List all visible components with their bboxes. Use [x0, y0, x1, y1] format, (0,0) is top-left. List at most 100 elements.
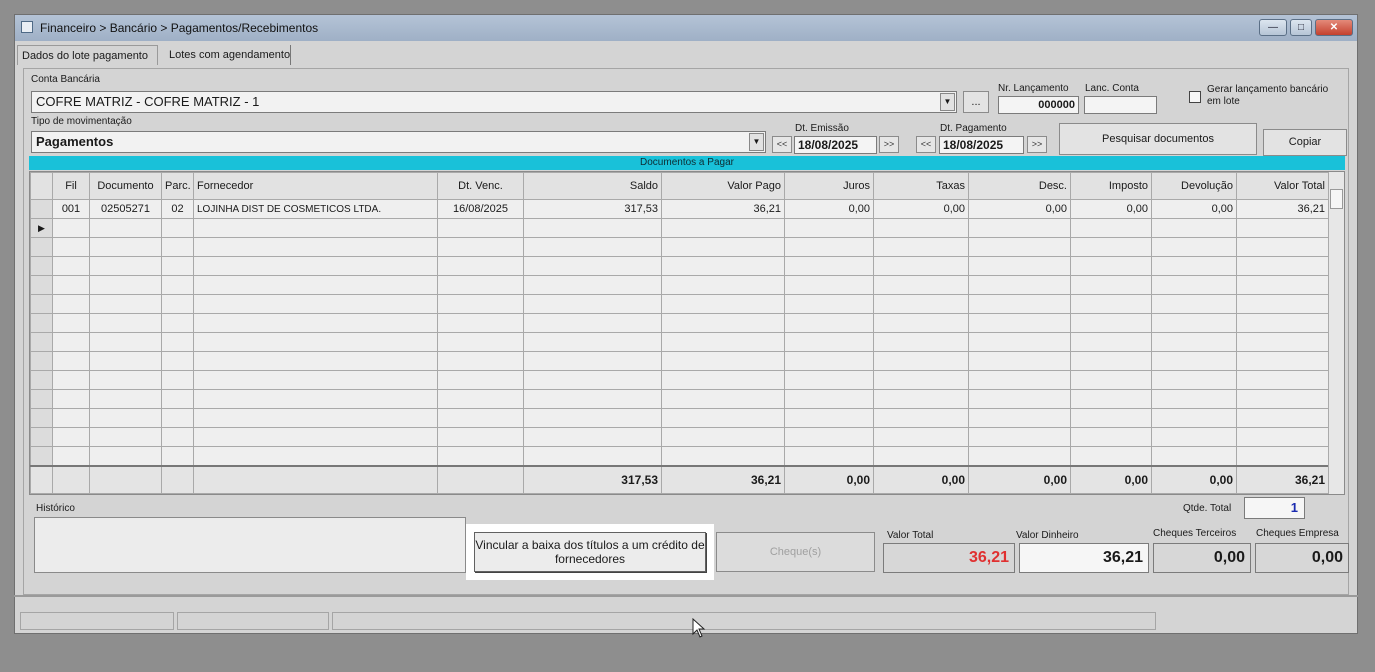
empty-cell[interactable] — [89, 218, 162, 238]
column-header-saldo[interactable]: Saldo — [523, 172, 662, 200]
vincular-credito-fornecedores-button[interactable]: Vincular a baixa dos títulos a um crédit… — [474, 532, 706, 572]
emissao-prev-button[interactable]: << — [772, 136, 792, 153]
empty-cell — [1236, 256, 1329, 276]
maximize-button[interactable]: □ — [1290, 19, 1312, 36]
empty-rows — [30, 237, 1329, 466]
cell-valor-total[interactable]: 36,21 — [1236, 199, 1329, 219]
table-row-empty — [30, 446, 1329, 466]
total-valor-total: 36,21 — [1236, 464, 1329, 494]
table-row-empty — [30, 351, 1329, 371]
cell-juros[interactable]: 0,00 — [784, 199, 874, 219]
column-header-parc[interactable]: Parc. — [161, 172, 194, 200]
nr-lancamento-field[interactable]: 000000 — [998, 96, 1079, 114]
empty-cell[interactable] — [52, 218, 90, 238]
cell-saldo[interactable]: 317,53 — [523, 199, 662, 219]
gerar-lancamento-label: Gerar lançamento bancário em lote — [1207, 84, 1328, 108]
column-header-dt-venc[interactable]: Dt. Venc. — [437, 172, 524, 200]
empty-cell — [1236, 294, 1329, 314]
emissao-next-button[interactable]: >> — [879, 136, 899, 153]
empty-cell[interactable] — [523, 218, 662, 238]
empty-cell[interactable] — [873, 218, 969, 238]
table-row[interactable]: 001 02505271 02 LOJINHA DIST DE COSMETIC… — [30, 199, 1329, 219]
empty-cell — [968, 427, 1071, 447]
totals-indicator — [30, 464, 53, 494]
scrollbar-thumb[interactable] — [1330, 189, 1343, 209]
column-header-valor-pago[interactable]: Valor Pago — [661, 172, 785, 200]
cell-taxas[interactable]: 0,00 — [873, 199, 969, 219]
pagamento-prev-button[interactable]: << — [916, 136, 936, 153]
empty-cell — [30, 370, 53, 390]
column-header-documento[interactable]: Documento — [89, 172, 162, 200]
valor-dinheiro-field[interactable]: 36,21 — [1019, 543, 1149, 573]
cell-imposto[interactable]: 0,00 — [1070, 199, 1152, 219]
app-icon — [21, 21, 33, 33]
column-header-imposto[interactable]: Imposto — [1070, 172, 1152, 200]
empty-cell[interactable] — [193, 218, 438, 238]
empty-cell — [52, 332, 90, 352]
cell-dt-venc[interactable]: 16/08/2025 — [437, 199, 524, 219]
valor-dinheiro-label: Valor Dinheiro — [1016, 530, 1079, 541]
empty-cell — [1151, 389, 1237, 409]
empty-cell[interactable] — [968, 218, 1071, 238]
conta-combo[interactable]: COFRE MATRIZ - COFRE MATRIZ - 1 ▼ — [31, 91, 957, 113]
empty-cell — [523, 408, 662, 428]
empty-cell — [193, 408, 438, 428]
historico-field[interactable] — [34, 517, 466, 573]
tipo-combo[interactable]: Pagamentos ▼ — [31, 131, 766, 153]
empty-cell — [193, 351, 438, 371]
dt-pagamento-field[interactable]: 18/08/2025 — [939, 136, 1024, 154]
pesquisar-documentos-button[interactable]: Pesquisar documentos — [1059, 123, 1257, 155]
cell-valor-pago[interactable]: 36,21 — [661, 199, 785, 219]
column-header-desc[interactable]: Desc. — [968, 172, 1071, 200]
empty-cell[interactable] — [784, 218, 874, 238]
empty-cell — [52, 389, 90, 409]
documentos-grid[interactable]: Fil Documento Parc. Fornecedor Dt. Venc.… — [29, 171, 1345, 495]
gerar-label-line2: em lote — [1207, 96, 1240, 107]
cell-documento[interactable]: 02505271 — [89, 199, 162, 219]
close-button[interactable]: ✕ — [1315, 19, 1353, 36]
cell-desc[interactable]: 0,00 — [968, 199, 1071, 219]
empty-cell — [523, 275, 662, 295]
lanc-conta-field[interactable] — [1084, 96, 1157, 114]
totals-empty — [52, 464, 90, 494]
empty-cell[interactable] — [1236, 218, 1329, 238]
empty-cell — [89, 370, 162, 390]
cell-fornecedor[interactable]: LOJINHA DIST DE COSMETICOS LTDA. — [193, 199, 438, 219]
empty-cell — [1070, 389, 1152, 409]
minimize-button[interactable]: — — [1259, 19, 1287, 36]
empty-cell[interactable] — [1151, 218, 1237, 238]
empty-cell — [437, 446, 524, 466]
empty-cell — [89, 446, 162, 466]
copiar-button[interactable]: Copiar — [1263, 129, 1347, 156]
column-header-devolucao[interactable]: Devolução — [1151, 172, 1237, 200]
empty-cell[interactable] — [161, 218, 194, 238]
dt-emissao-field[interactable]: 18/08/2025 — [794, 136, 877, 154]
tab-dados-lote[interactable]: Dados do lote pagamento — [17, 45, 158, 65]
column-header-valor-total[interactable]: Valor Total — [1236, 172, 1329, 200]
empty-cell[interactable] — [661, 218, 785, 238]
cell-fil[interactable]: 001 — [52, 199, 90, 219]
empty-cell — [1070, 351, 1152, 371]
cheques-button[interactable]: Cheque(s) — [716, 532, 875, 572]
column-header-fornecedor[interactable]: Fornecedor — [193, 172, 438, 200]
cell-devolucao[interactable]: 0,00 — [1151, 199, 1237, 219]
chevron-down-icon[interactable]: ▼ — [749, 133, 764, 151]
table-row-current[interactable]: ▶ — [30, 218, 1329, 238]
chevron-down-icon[interactable]: ▼ — [940, 93, 955, 111]
cell-parc[interactable]: 02 — [161, 199, 194, 219]
browse-button[interactable]: ... — [963, 91, 989, 113]
conta-label: Conta Bancária — [31, 74, 100, 85]
pagamento-next-button[interactable]: >> — [1027, 136, 1047, 153]
tab-lotes-agendamento[interactable]: Lotes com agendamento — [165, 45, 291, 65]
grid-vertical-scrollbar[interactable] — [1328, 172, 1344, 494]
column-header-fil[interactable]: Fil — [52, 172, 90, 200]
table-row-empty — [30, 294, 1329, 314]
empty-cell[interactable] — [437, 218, 524, 238]
empty-cell[interactable] — [1070, 218, 1152, 238]
column-header-taxas[interactable]: Taxas — [873, 172, 969, 200]
empty-cell — [968, 408, 1071, 428]
totals-empty — [437, 464, 524, 494]
gerar-lancamento-checkbox[interactable] — [1189, 91, 1201, 103]
column-header-juros[interactable]: Juros — [784, 172, 874, 200]
total-desc: 0,00 — [968, 464, 1071, 494]
